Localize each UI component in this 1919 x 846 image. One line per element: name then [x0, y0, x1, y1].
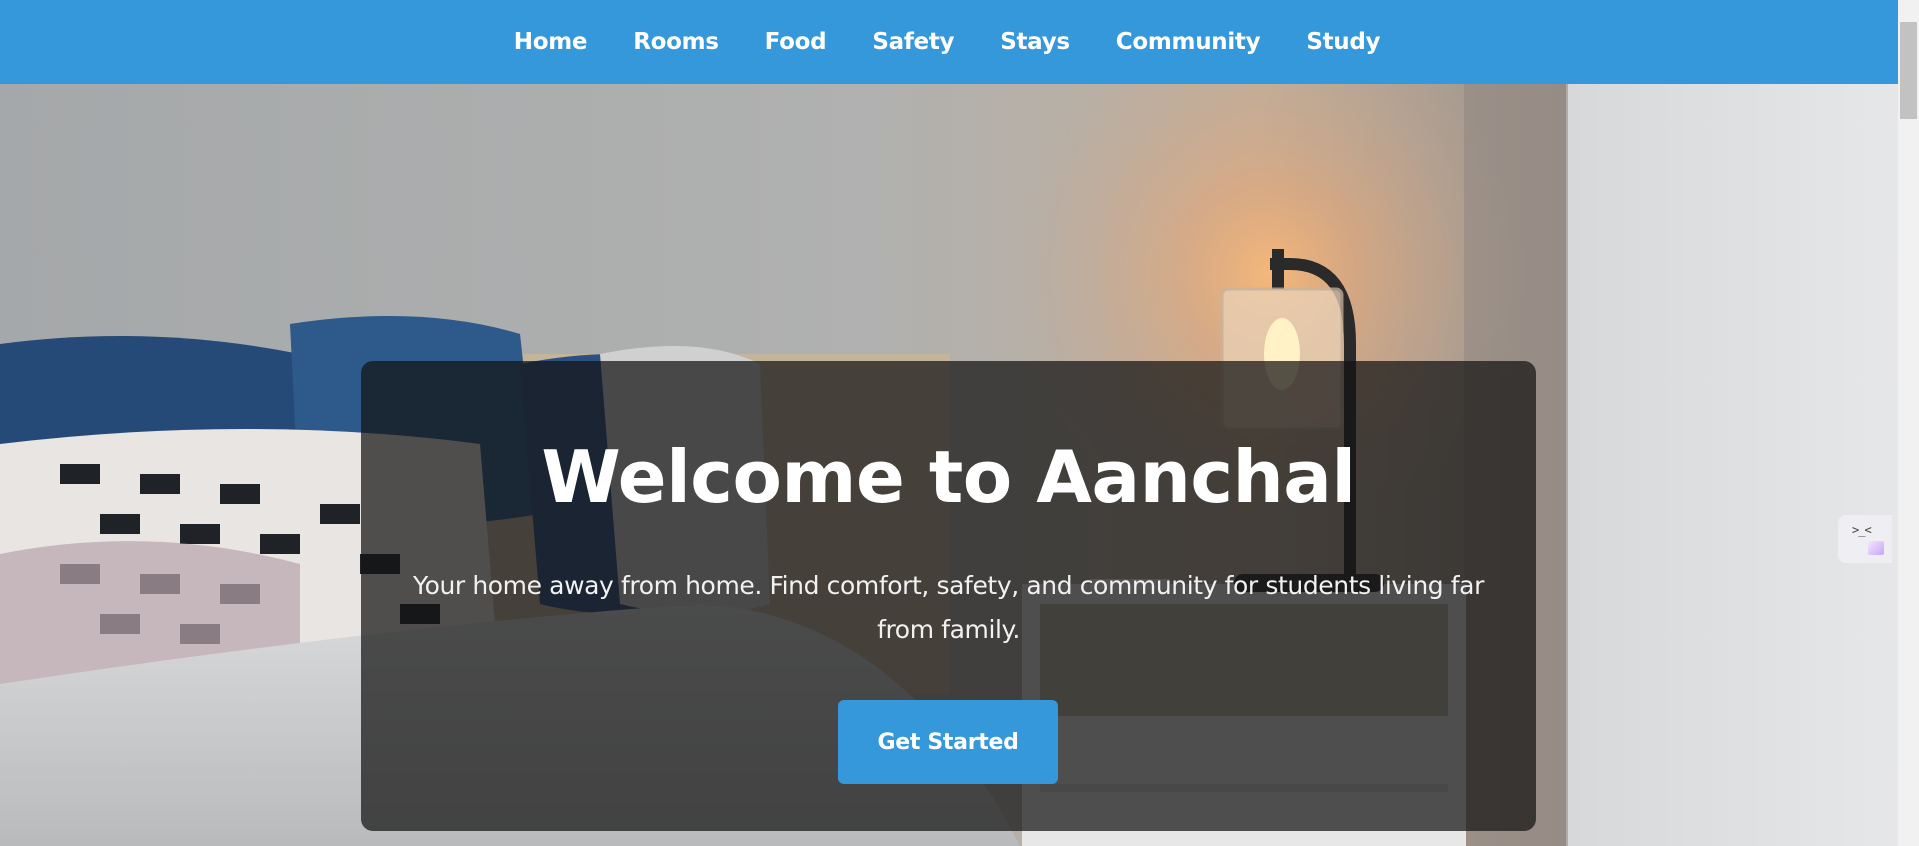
scrollbar-thumb[interactable]	[1900, 22, 1917, 119]
nav-link-community[interactable]: Community	[1093, 29, 1284, 55]
nav-link-rooms[interactable]: Rooms	[610, 29, 741, 55]
get-started-button[interactable]: Get Started	[838, 700, 1058, 784]
assistant-badge-icon	[1868, 541, 1884, 555]
page: Home Rooms Food Safety Stays Community S…	[0, 0, 1898, 846]
nav-list: Home Rooms Food Safety Stays Community S…	[491, 0, 1403, 84]
nav-link-food[interactable]: Food	[742, 29, 850, 55]
nav-link-stays[interactable]: Stays	[977, 29, 1093, 55]
top-navbar: Home Rooms Food Safety Stays Community S…	[0, 0, 1898, 84]
nav-link-study[interactable]: Study	[1283, 29, 1403, 55]
nav-link-safety[interactable]: Safety	[849, 29, 977, 55]
hero-section: Welcome to Aanchal Your home away from h…	[0, 84, 1898, 846]
nav-link-home[interactable]: Home	[491, 29, 610, 55]
hero-subtitle: Your home away from home. Find comfort, …	[413, 571, 1484, 644]
side-assistant-widget[interactable]: >_<	[1838, 515, 1892, 563]
hero-overlay-card: Welcome to Aanchal Your home away from h…	[361, 361, 1536, 831]
vertical-scrollbar[interactable]	[1898, 0, 1919, 846]
hero-title: Welcome to Aanchal	[541, 435, 1356, 519]
assistant-face-icon: >_<	[1852, 523, 1872, 537]
